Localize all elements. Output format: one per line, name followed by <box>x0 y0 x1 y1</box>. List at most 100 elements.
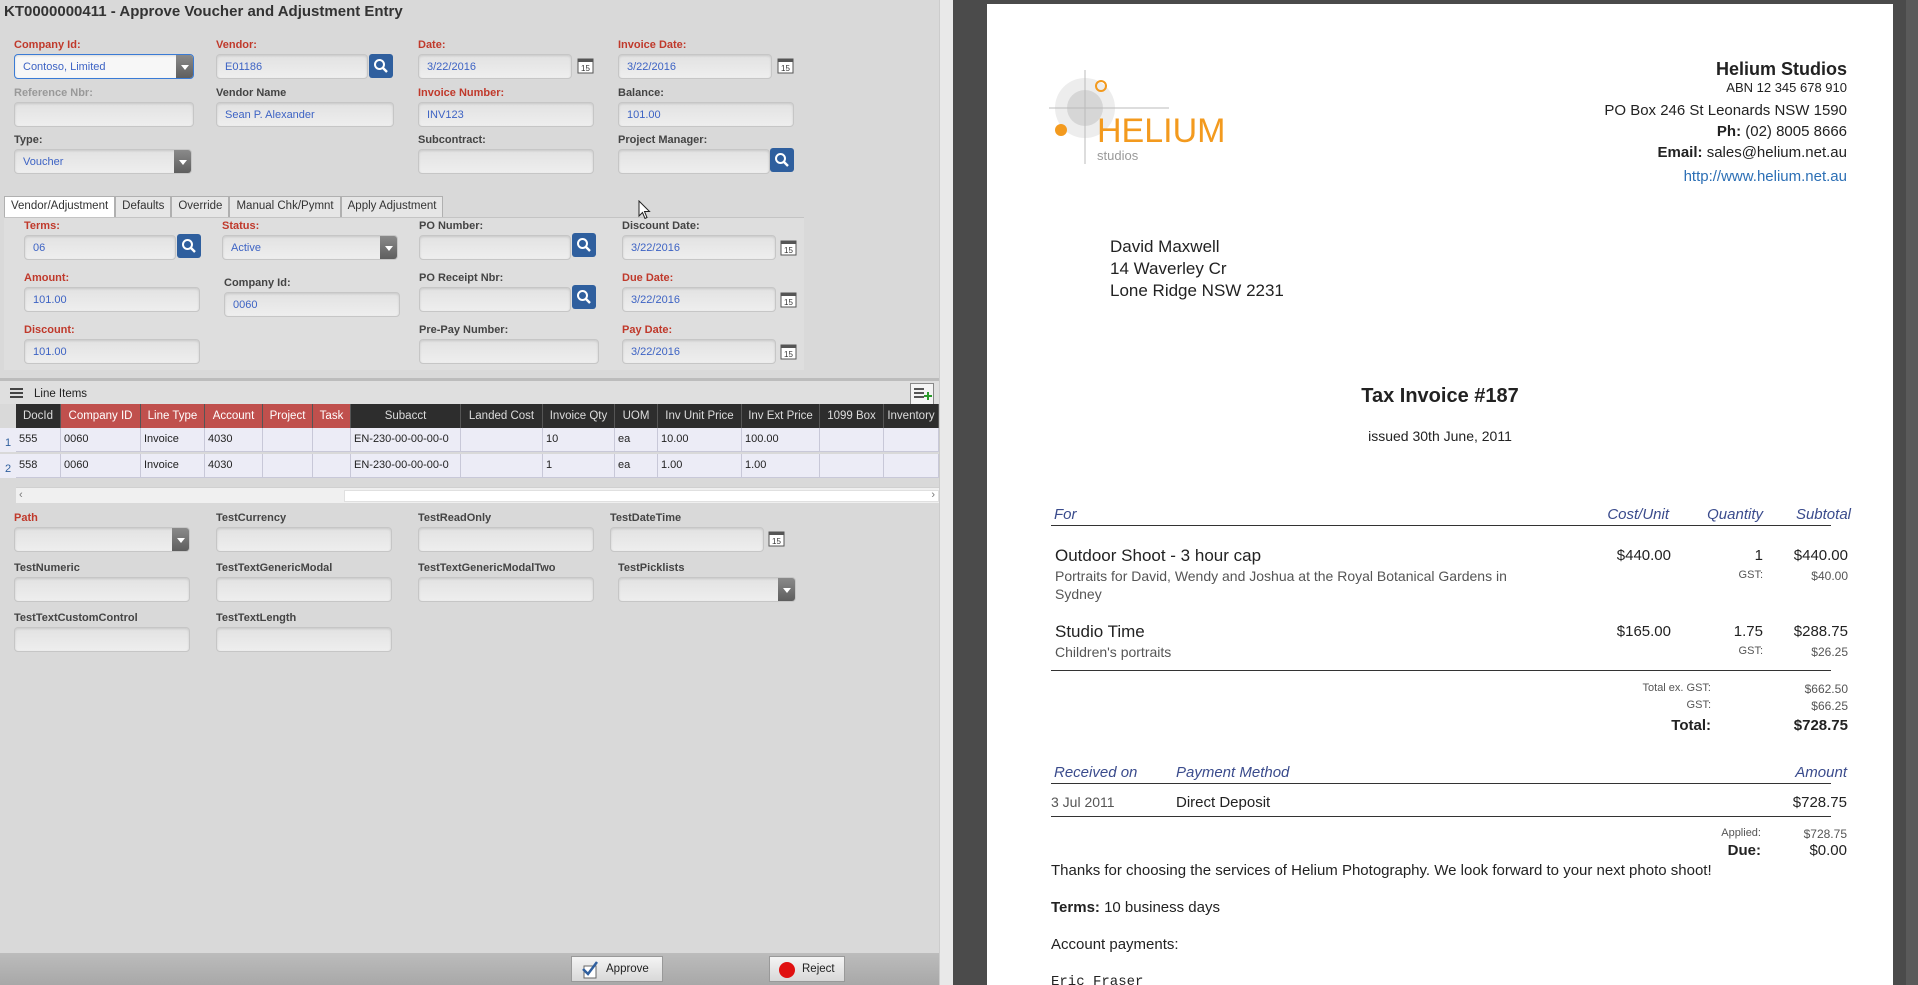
cell-line-type[interactable]: Invoice <box>141 454 205 478</box>
col-header-landed-cost[interactable]: Landed Cost <box>461 404 543 428</box>
cell-account[interactable]: 4030 <box>205 428 263 452</box>
cell-company-id[interactable]: 0060 <box>61 428 141 452</box>
test-text-custom-control-input[interactable] <box>14 627 190 652</box>
tab-vendor-adjustment[interactable]: Vendor/Adjustment <box>4 196 116 217</box>
chevron-right-icon[interactable]: › <box>931 489 935 501</box>
cell-inv-unit-price[interactable]: 10.00 <box>658 428 742 452</box>
table-row[interactable]: 2 558 0060 Invoice 4030 EN-230-00-00-00-… <box>0 454 939 478</box>
cell-invoice-qty[interactable]: 1 <box>543 454 615 478</box>
chevron-left-icon[interactable]: ‹ <box>19 489 23 501</box>
po-number-input[interactable] <box>419 235 571 260</box>
cell-1099-box[interactable] <box>820 454 884 478</box>
cell-invoice-qty[interactable]: 10 <box>543 428 615 452</box>
test-currency-input[interactable] <box>216 527 392 552</box>
test-text-generic-modal-two-input[interactable] <box>418 577 594 602</box>
pane-splitter[interactable] <box>939 0 953 985</box>
chevron-down-icon[interactable] <box>176 55 193 78</box>
table-row[interactable]: 1 555 0060 Invoice 4030 EN-230-00-00-00-… <box>0 428 939 452</box>
status-select[interactable]: Active <box>222 235 398 260</box>
vendor-name-input[interactable]: Sean P. Alexander <box>216 102 394 127</box>
path-select[interactable] <box>14 527 190 552</box>
col-header-company-id[interactable]: Company ID <box>61 404 141 428</box>
col-header-project[interactable]: Project <box>263 404 313 428</box>
col-header-uom[interactable]: UOM <box>615 404 658 428</box>
cell-inventory[interactable] <box>884 428 939 452</box>
po-receipt-nbr-input[interactable] <box>419 287 571 312</box>
cell-landed-cost[interactable] <box>461 454 543 478</box>
chevron-down-icon[interactable] <box>778 578 795 601</box>
date-input[interactable]: 3/22/2016 <box>418 54 572 79</box>
cell-1099-box[interactable] <box>820 428 884 452</box>
tab-manual-chk-pymnt[interactable]: Manual Chk/Pymnt <box>229 196 341 217</box>
col-header-1099-box[interactable]: 1099 Box <box>820 404 884 428</box>
menu-icon[interactable] <box>10 388 23 398</box>
col-header-inv-ext-price[interactable]: Inv Ext Price <box>742 404 820 428</box>
col-header-invoice-qty[interactable]: Invoice Qty <box>543 404 615 428</box>
due-date-input[interactable]: 3/22/2016 <box>622 287 776 312</box>
grid-horizontal-scrollbar[interactable]: ‹ › <box>16 487 939 503</box>
test-numeric-input[interactable] <box>14 577 190 602</box>
calendar-icon[interactable]: 15 <box>780 291 797 308</box>
approve-button[interactable]: Approve <box>571 956 663 982</box>
calendar-icon[interactable]: 15 <box>780 239 797 256</box>
terms-search-button[interactable] <box>177 234 201 258</box>
cell-uom[interactable]: ea <box>615 454 658 478</box>
po-number-search-button[interactable] <box>572 233 596 257</box>
col-header-account[interactable]: Account <box>205 404 263 428</box>
tab-override[interactable]: Override <box>171 196 230 217</box>
project-manager-search-button[interactable] <box>770 148 794 172</box>
type-select[interactable]: Voucher <box>14 149 192 174</box>
preview-scrollbar[interactable] <box>1906 0 1918 985</box>
cell-account[interactable]: 4030 <box>205 454 263 478</box>
discount-date-input[interactable]: 3/22/2016 <box>622 235 776 260</box>
vendor-input[interactable]: E01186 <box>216 54 368 79</box>
vendor-search-button[interactable] <box>369 54 393 78</box>
terms-input[interactable]: 06 <box>24 235 176 260</box>
amount-input[interactable]: 101.00 <box>24 287 200 312</box>
cell-landed-cost[interactable] <box>461 428 543 452</box>
pay-date-input[interactable]: 3/22/2016 <box>622 339 776 364</box>
calendar-icon[interactable]: 15 <box>577 57 594 74</box>
col-header-line-type[interactable]: Line Type <box>141 404 205 428</box>
test-date-time-input[interactable] <box>610 527 764 552</box>
invoice-date-input[interactable]: 3/22/2016 <box>618 54 772 79</box>
invoice-number-input[interactable]: INV123 <box>418 102 594 127</box>
reject-button[interactable]: Reject <box>769 956 845 982</box>
balance-input[interactable]: 101.00 <box>618 102 794 127</box>
cell-docid[interactable]: 555 <box>16 428 61 452</box>
po-receipt-search-button[interactable] <box>572 285 596 309</box>
add-row-button[interactable] <box>910 383 934 405</box>
cell-subacct[interactable]: EN-230-00-00-00-0 <box>351 428 461 452</box>
tab-company-id-input[interactable]: 0060 <box>224 292 400 317</box>
cell-project[interactable] <box>263 454 313 478</box>
pre-pay-number-input[interactable] <box>419 339 599 364</box>
calendar-icon[interactable]: 15 <box>768 530 785 547</box>
col-header-docid[interactable]: DocId <box>16 404 61 428</box>
calendar-icon[interactable]: 15 <box>777 57 794 74</box>
chevron-down-icon[interactable] <box>174 150 191 173</box>
reference-nbr-input[interactable] <box>14 102 194 127</box>
cell-inv-ext-price[interactable]: 1.00 <box>742 454 820 478</box>
cell-project[interactable] <box>263 428 313 452</box>
cell-inv-unit-price[interactable]: 1.00 <box>658 454 742 478</box>
cell-subacct[interactable]: EN-230-00-00-00-0 <box>351 454 461 478</box>
cell-uom[interactable]: ea <box>615 428 658 452</box>
cell-task[interactable] <box>313 454 351 478</box>
chevron-down-icon[interactable] <box>172 528 189 551</box>
project-manager-input[interactable] <box>618 149 770 174</box>
col-header-subacct[interactable]: Subacct <box>351 404 461 428</box>
tab-defaults[interactable]: Defaults <box>115 196 172 217</box>
test-text-length-input[interactable] <box>216 627 392 652</box>
test-read-only-input[interactable] <box>418 527 594 552</box>
cell-company-id[interactable]: 0060 <box>61 454 141 478</box>
cell-docid[interactable]: 558 <box>16 454 61 478</box>
cell-task[interactable] <box>313 428 351 452</box>
cell-inventory[interactable] <box>884 454 939 478</box>
company-website-link[interactable]: http://www.helium.net.au <box>1684 168 1847 185</box>
cell-line-type[interactable]: Invoice <box>141 428 205 452</box>
chevron-down-icon[interactable] <box>380 236 397 259</box>
cell-inv-ext-price[interactable]: 100.00 <box>742 428 820 452</box>
company-id-select[interactable]: Contoso, Limited <box>14 54 194 79</box>
discount-input[interactable]: 101.00 <box>24 339 200 364</box>
tab-apply-adjustment[interactable]: Apply Adjustment <box>340 196 444 217</box>
